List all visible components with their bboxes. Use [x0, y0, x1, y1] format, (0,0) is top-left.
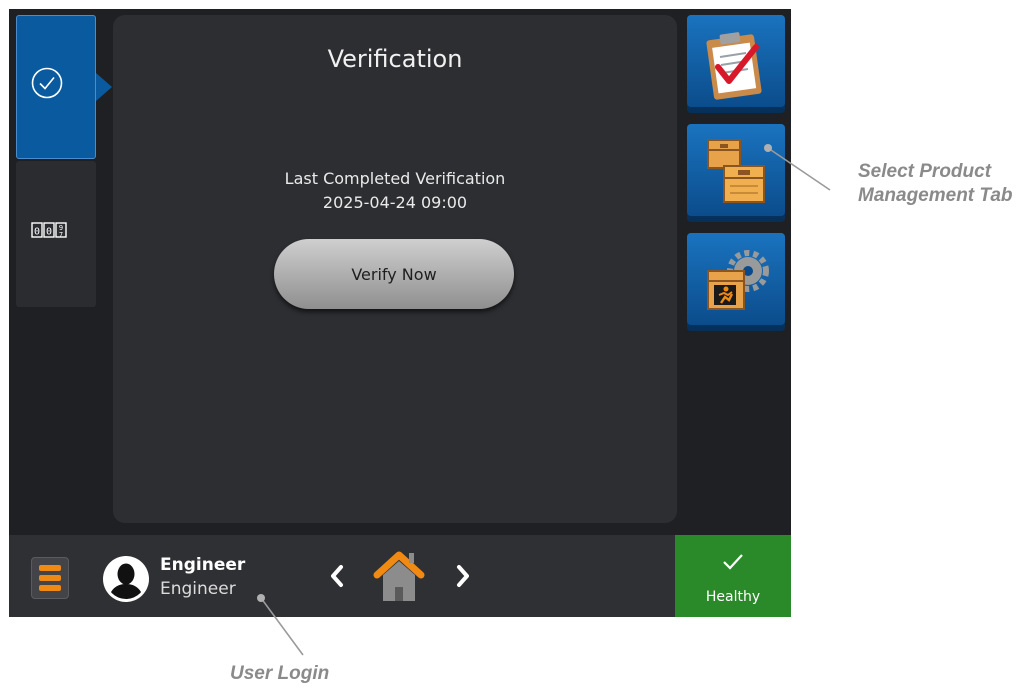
callout-product-management: Select Product Management Tab: [858, 160, 1013, 208]
callout-user-login: User Login: [230, 663, 330, 684]
callout-line-1: Select Product: [858, 161, 992, 182]
callout-lines: [257, 144, 831, 656]
callout-line-2: Management Tab: [858, 185, 1013, 206]
